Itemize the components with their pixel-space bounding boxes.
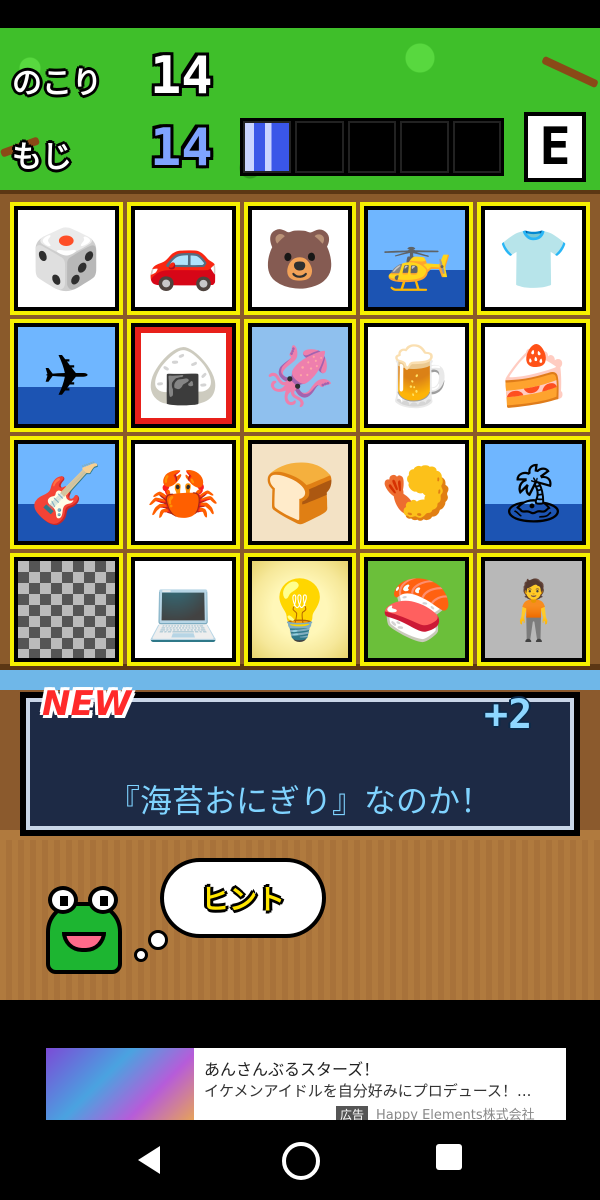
bear-icon: 🐻	[263, 224, 337, 293]
tile-shrimp[interactable]: 🍤	[360, 436, 474, 549]
tile-face: 💡	[251, 561, 349, 658]
light-bulb-icon: 💡	[263, 575, 337, 644]
dice-icon: 🎲	[30, 224, 103, 293]
ad-badge: 広告	[336, 1106, 369, 1120]
thought-dot	[134, 948, 148, 962]
tile-beer[interactable]: 🍺	[360, 319, 474, 432]
beer-icon: 🍺	[380, 341, 453, 410]
rank-badge: E	[524, 112, 586, 182]
frog-character	[40, 882, 128, 978]
guitar-icon: 🎸	[30, 458, 103, 527]
message-scene: 『海苔おにぎり』なのか！ NEW +2 ヒント	[0, 670, 600, 1000]
person-icon: 🧍	[497, 575, 570, 644]
gauge-cell	[452, 121, 502, 173]
gauge-cell	[347, 121, 397, 173]
tile-face: 🦀	[134, 444, 232, 541]
tile-face: 🍤	[368, 444, 466, 541]
message-text: 『海苔おにぎり』なのか！	[107, 782, 492, 820]
tile-t-shirt[interactable]: 👕	[477, 202, 590, 315]
ad-description[interactable]: イケメンアイドルを自分好みにプロデュース！...	[204, 1080, 531, 1101]
new-label: NEW	[42, 684, 132, 724]
tile-car[interactable]: 🚗	[126, 202, 240, 315]
ad-image[interactable]	[46, 1048, 194, 1120]
remaining-count: 14	[150, 46, 213, 106]
tile-onigiri[interactable]: 🍙	[126, 319, 240, 432]
cake-icon: 🍰	[497, 341, 570, 410]
island-icon: 🏝	[496, 458, 571, 527]
tile-face: 👕	[485, 210, 582, 307]
hud: のこり 14 もじ 14 E	[0, 28, 600, 190]
ad-advertiser: Happy Elements株式会社	[376, 1108, 535, 1120]
sushi-icon: 🍣	[380, 575, 453, 644]
gauge-cell	[400, 121, 449, 173]
tile-person[interactable]: 🧍	[477, 553, 590, 666]
tile-guitar[interactable]: 🎸	[10, 436, 123, 549]
bread-icon: 🍞	[263, 458, 337, 527]
tile-face: 🍰	[485, 327, 582, 424]
tile-bread[interactable]: 🍞	[243, 436, 357, 549]
status-bar	[0, 0, 600, 28]
hint-label: ヒント	[200, 883, 285, 916]
tile-face: 🏝	[485, 444, 582, 541]
tile-island[interactable]: 🏝	[477, 436, 590, 549]
nav-bar	[0, 1120, 600, 1200]
crab-icon: 🦀	[147, 458, 220, 527]
tile-face: 🐻	[251, 210, 349, 307]
tile-face: 🚗	[134, 210, 232, 307]
tile-bear[interactable]: 🐻	[243, 202, 357, 315]
picture-board: 🎲 🚗 🐻 🚁 👕 ✈ 🍙 🦑 🍺 🍰 🎸 🦀 🍞 🍤 🏝 💻 💡 🍣 🧍	[0, 190, 600, 670]
tile-face: 🦑	[251, 327, 349, 424]
gauge-cell	[243, 121, 292, 173]
tile-face: 🍞	[251, 444, 349, 541]
tile-airplane[interactable]: ✈	[10, 319, 123, 432]
tile-face: 🍙	[134, 327, 232, 424]
squid-icon: 🦑	[263, 341, 337, 410]
tile-hidden[interactable]	[10, 553, 123, 666]
ad-area: あんさんぶるスターズ！ イケメンアイドルを自分好みにプロデュース！... 広告 …	[0, 1000, 600, 1120]
back-icon[interactable]	[130, 1140, 170, 1180]
computer-icon: 💻	[147, 575, 220, 644]
tile-helicopter[interactable]: 🚁	[360, 202, 474, 315]
tile-face: 💻	[134, 561, 232, 658]
ad-title[interactable]: あんさんぶるスターズ！	[204, 1056, 379, 1080]
tile-face: 🍣	[368, 561, 466, 658]
tile-light-bulb[interactable]: 💡	[243, 553, 357, 666]
frog-eye	[48, 886, 78, 914]
letters-count: 14	[150, 118, 213, 178]
tile-face	[18, 561, 115, 658]
car-icon: 🚗	[147, 224, 220, 293]
tile-squid[interactable]: 🦑	[243, 319, 357, 432]
tile-computer[interactable]: 💻	[126, 553, 240, 666]
tile-cake[interactable]: 🍰	[477, 319, 590, 432]
helicopter-icon: 🚁	[380, 224, 453, 293]
shrimp-icon: 🍤	[380, 458, 453, 527]
recent-apps-icon[interactable]	[432, 1140, 472, 1180]
rank-letter: E	[528, 116, 582, 178]
tile-face: 🚁	[368, 210, 466, 307]
tile-face: ✈	[18, 327, 115, 424]
bonus-badge: +2	[484, 692, 533, 738]
tile-face: 🍺	[368, 327, 466, 424]
t-shirt-icon: 👕	[497, 224, 570, 293]
picture-grid: 🎲 🚗 🐻 🚁 👕 ✈ 🍙 🦑 🍺 🍰 🎸 🦀 🍞 🍤 🏝 💻 💡 🍣 🧍	[10, 202, 590, 666]
letters-label: もじ	[12, 140, 72, 175]
remaining-label: のこり	[12, 66, 102, 101]
home-icon[interactable]	[280, 1140, 320, 1180]
tile-face: 🎲	[18, 210, 115, 307]
tile-crab[interactable]: 🦀	[126, 436, 240, 549]
thought-dot	[148, 930, 168, 950]
progress-gauge	[240, 118, 504, 176]
tile-face: 🎸	[18, 444, 115, 541]
tile-sushi[interactable]: 🍣	[360, 553, 474, 666]
tile-face: 🧍	[485, 561, 582, 658]
gauge-cell	[295, 121, 344, 173]
onigiri-icon: 🍙	[147, 341, 220, 410]
frog-eye	[88, 886, 118, 914]
hint-button[interactable]: ヒント	[160, 858, 326, 938]
airplane-icon: ✈	[42, 341, 91, 410]
tree-branch	[541, 55, 599, 89]
tile-dice[interactable]: 🎲	[10, 202, 123, 315]
ad-banner[interactable]: あんさんぶるスターズ！ イケメンアイドルを自分好みにプロデュース！... 広告 …	[46, 1048, 566, 1120]
